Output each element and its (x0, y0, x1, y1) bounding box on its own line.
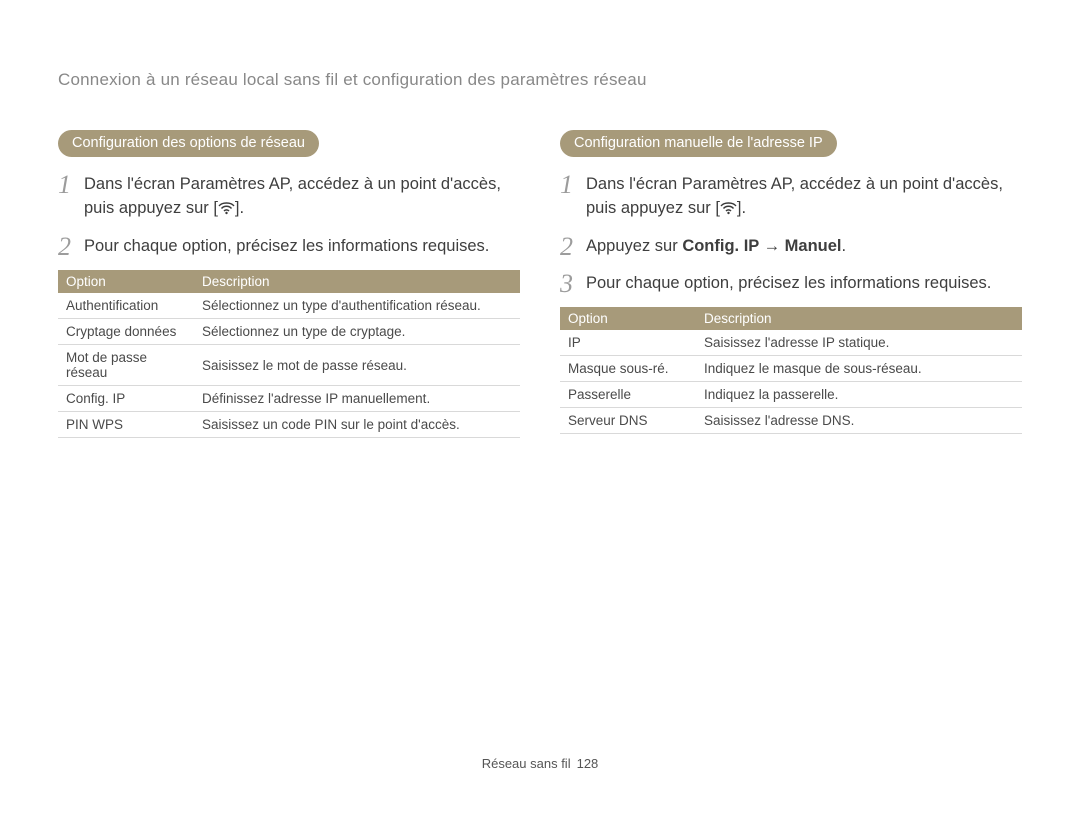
wifi-icon (218, 199, 235, 223)
wifi-icon (720, 199, 737, 223)
table-cell: Saisissez l'adresse DNS. (696, 408, 1022, 434)
step-text-prefix: Appuyez sur (586, 237, 682, 255)
table-row: Cryptage donnéesSélectionnez un type de … (58, 319, 520, 345)
table-header-row: Option Description (560, 307, 1022, 330)
right-step-2: 2 Appuyez sur Config. IP → Manuel. (560, 233, 1022, 260)
table-header-option: Option (560, 307, 696, 330)
right-steps: 1 Dans l'écran Paramètres AP, accédez à … (560, 171, 1022, 297)
step-text-suffix: ]. (737, 199, 746, 217)
table-row: Masque sous-ré.Indiquez le masque de sou… (560, 356, 1022, 382)
table-cell: Passerelle (560, 382, 696, 408)
right-step-3: 3 Pour chaque option, précisez les infor… (560, 270, 1022, 297)
table-cell: PIN WPS (58, 412, 194, 438)
table-row: Config. IPDéfinissez l'adresse IP manuel… (58, 386, 520, 412)
step-text: Dans l'écran Paramètres AP, accédez à un… (84, 171, 520, 223)
left-options-table: Option Description AuthentificationSélec… (58, 270, 520, 438)
step-text-prefix: Dans l'écran Paramètres AP, accédez à un… (586, 175, 1003, 217)
page: Connexion à un réseau local sans fil et … (0, 0, 1080, 815)
table-cell: Authentification (58, 293, 194, 319)
page-title: Connexion à un réseau local sans fil et … (58, 70, 1022, 90)
table-row: PIN WPSSaisissez un code PIN sur le poin… (58, 412, 520, 438)
left-step-1: 1 Dans l'écran Paramètres AP, accédez à … (58, 171, 520, 223)
table-cell: Cryptage données (58, 319, 194, 345)
table-row: AuthentificationSélectionnez un type d'a… (58, 293, 520, 319)
table-header-description: Description (194, 270, 520, 293)
step-text-prefix: Pour chaque option, précisez les informa… (84, 237, 489, 255)
table-row: Serveur DNSSaisissez l'adresse DNS. (560, 408, 1022, 434)
step-text-prefix: Dans l'écran Paramètres AP, accédez à un… (84, 175, 501, 217)
table-cell: Config. IP (58, 386, 194, 412)
table-header-option: Option (58, 270, 194, 293)
left-column: Configuration des options de réseau 1 Da… (58, 130, 520, 438)
step-text-prefix: Pour chaque option, précisez les informa… (586, 274, 991, 292)
table-cell: Saisissez le mot de passe réseau. (194, 345, 520, 386)
right-step-1: 1 Dans l'écran Paramètres AP, accédez à … (560, 171, 1022, 223)
right-column: Configuration manuelle de l'adresse IP 1… (560, 130, 1022, 438)
step-number: 2 (560, 233, 586, 260)
page-footer: Réseau sans fil 128 (0, 756, 1080, 771)
table-cell: Sélectionnez un type de cryptage. (194, 319, 520, 345)
table-cell: IP (560, 330, 696, 356)
left-step-2: 2 Pour chaque option, précisez les infor… (58, 233, 520, 260)
table-cell: Définissez l'adresse IP manuellement. (194, 386, 520, 412)
right-options-table: Option Description IPSaisissez l'adresse… (560, 307, 1022, 434)
table-cell: Mot de passe réseau (58, 345, 194, 386)
step-text: Pour chaque option, précisez les informa… (84, 233, 489, 260)
left-heading-pill: Configuration des options de réseau (58, 130, 319, 157)
footer-page-number: 128 (577, 756, 599, 771)
table-cell: Indiquez le masque de sous-réseau. (696, 356, 1022, 382)
step-text: Pour chaque option, précisez les informa… (586, 270, 991, 297)
table-header-description: Description (696, 307, 1022, 330)
step-text: Dans l'écran Paramètres AP, accédez à un… (586, 171, 1022, 223)
table-cell: Saisissez l'adresse IP statique. (696, 330, 1022, 356)
step-text: Appuyez sur Config. IP → Manuel. (586, 233, 846, 260)
step-text-suffix: ]. (235, 199, 244, 217)
table-cell: Serveur DNS (560, 408, 696, 434)
table-row: IPSaisissez l'adresse IP statique. (560, 330, 1022, 356)
content-columns: Configuration des options de réseau 1 Da… (58, 130, 1022, 438)
table-row: PasserelleIndiquez la passerelle. (560, 382, 1022, 408)
table-header-row: Option Description (58, 270, 520, 293)
step-number: 3 (560, 270, 586, 297)
table-row: Mot de passe réseauSaisissez le mot de p… (58, 345, 520, 386)
table-cell: Sélectionnez un type d'authentification … (194, 293, 520, 319)
step-number: 1 (58, 171, 84, 223)
table-cell: Masque sous-ré. (560, 356, 696, 382)
step-number: 1 (560, 171, 586, 223)
right-heading-pill: Configuration manuelle de l'adresse IP (560, 130, 837, 157)
footer-section: Réseau sans fil (482, 756, 571, 771)
step-text-bold: Config. IP → Manuel (682, 237, 841, 255)
table-cell: Saisissez un code PIN sur le point d'acc… (194, 412, 520, 438)
table-cell: Indiquez la passerelle. (696, 382, 1022, 408)
step-text-suffix: . (842, 237, 847, 255)
left-steps: 1 Dans l'écran Paramètres AP, accédez à … (58, 171, 520, 260)
step-number: 2 (58, 233, 84, 260)
